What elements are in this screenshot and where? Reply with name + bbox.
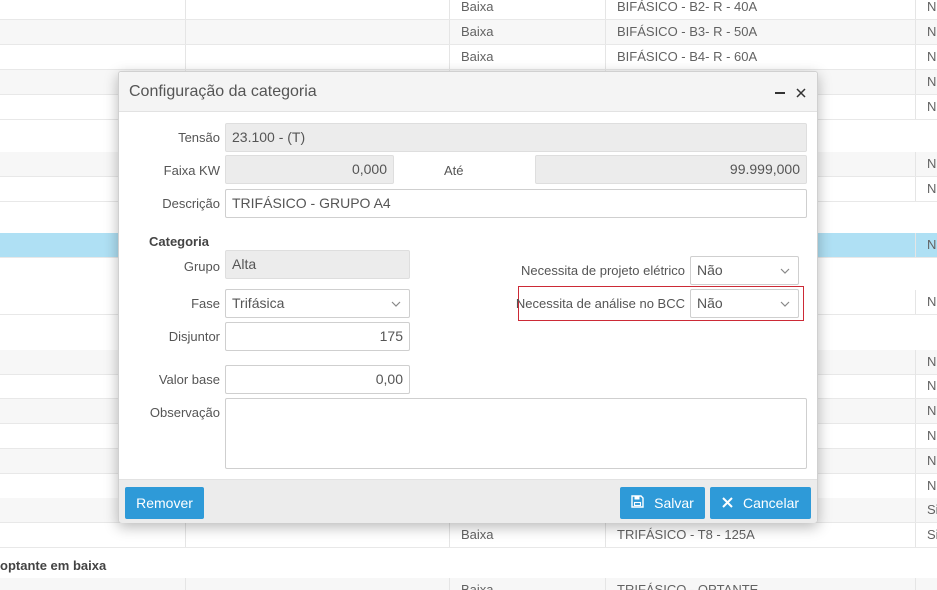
minus-icon[interactable] (772, 82, 788, 102)
grupo-field[interactable]: Alta (225, 250, 410, 279)
close-icon[interactable] (793, 82, 809, 102)
analise-bcc-value: Não (697, 295, 723, 311)
descricao-input[interactable]: TRIFÁSICO - GRUPO A4 (225, 189, 807, 218)
analise-bcc-label: Necessita de análise no BCC (515, 296, 685, 311)
projeto-eletrico-select[interactable]: Não (690, 256, 799, 285)
categoria-section-title: Categoria (149, 234, 209, 249)
chevron-down-icon (779, 290, 791, 317)
projeto-eletrico-value: Não (697, 262, 723, 278)
faixa-kw-field[interactable]: 0,000 (225, 155, 394, 184)
grupo-label: Grupo (183, 259, 220, 274)
chevron-down-icon (779, 257, 791, 284)
cancelar-button[interactable]: Cancelar (710, 487, 811, 519)
disjuntor-input[interactable]: 175 (225, 322, 410, 351)
faixa-kw-label: Faixa KW (163, 163, 220, 178)
ate-label: Até (444, 163, 464, 178)
tensao-label: Tensão (178, 130, 220, 145)
valor-base-label: Valor base (158, 372, 220, 387)
dialog-title: Configuração da categoria (129, 83, 317, 100)
dialog-header: Configuração da categoria (119, 72, 817, 112)
ate-field[interactable]: 99.999,000 (535, 155, 807, 184)
valor-base-input[interactable]: 0,00 (225, 365, 410, 394)
category-config-dialog: Configuração da categoria Tensão 23.100 … (118, 71, 818, 523)
observacao-label: Observação (149, 405, 220, 420)
disjuntor-label: Disjuntor (168, 329, 220, 344)
observacao-textarea[interactable] (225, 398, 807, 469)
fase-label: Fase (191, 296, 220, 311)
chevron-down-icon (390, 290, 402, 317)
descricao-label: Descrição (162, 196, 220, 211)
projeto-eletrico-label: Necessita de projeto elétrico (520, 263, 685, 278)
save-icon (631, 487, 644, 519)
tensao-field[interactable]: 23.100 - (T) (225, 123, 807, 152)
cancelar-label: Cancelar (742, 495, 800, 511)
fase-select[interactable]: Trifásica (225, 289, 410, 318)
close-icon (722, 487, 733, 519)
analise-bcc-select[interactable]: Não (690, 289, 799, 318)
salvar-button[interactable]: Salvar (620, 487, 705, 519)
salvar-label: Salvar (654, 495, 694, 511)
remover-button[interactable]: Remover (125, 487, 204, 519)
dialog-footer: Remover Salvar Cancelar (119, 479, 817, 523)
fase-value: Trifásica (232, 295, 285, 311)
